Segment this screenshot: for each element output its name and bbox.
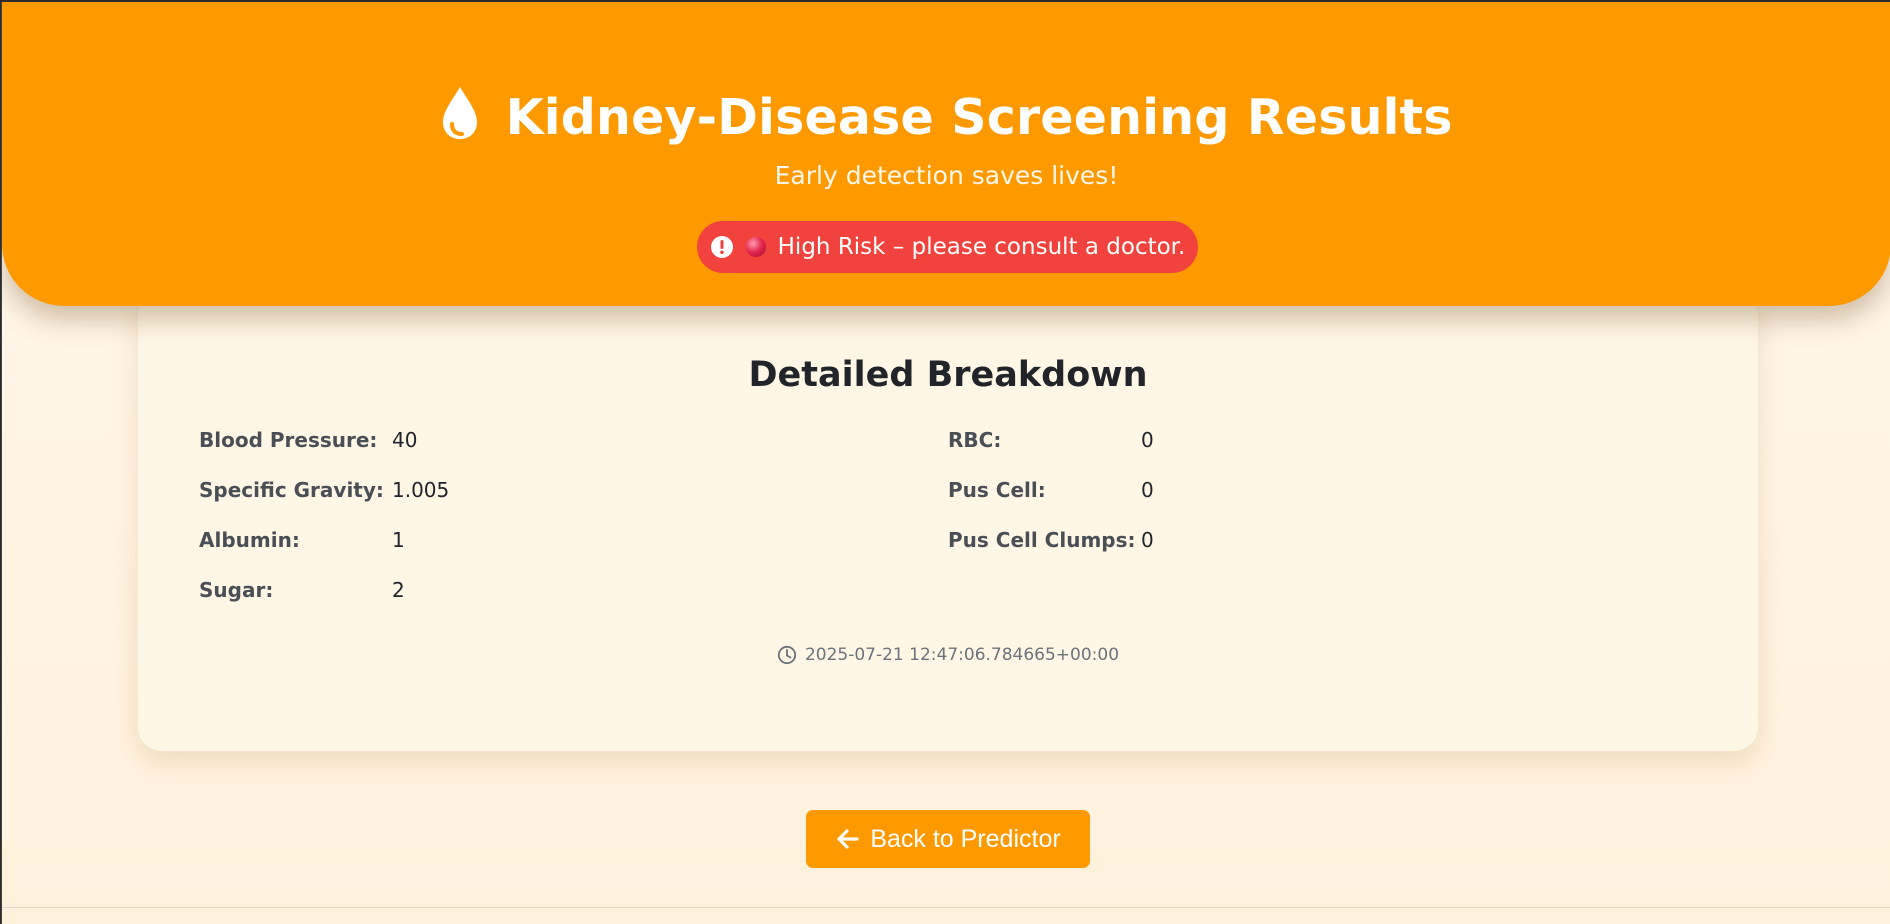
metric-label: Pus Cell:: [948, 478, 1046, 502]
timestamp-value: 2025-07-21 12:47:06.784665+00:00: [804, 645, 1120, 665]
page-bottom-divider: [2, 907, 1890, 908]
detailed-breakdown-card: Detailed Breakdown Blood Pressure: 40 Sp…: [138, 291, 1758, 751]
breakdown-heading: Detailed Breakdown: [748, 355, 1148, 395]
result-timestamp: 2025-07-21 12:47:06.784665+00:00: [138, 645, 1758, 665]
metric-value: 2: [392, 578, 405, 602]
results-page: Kidney-Disease Screening Results Early d…: [1, 2, 1890, 924]
metric-value: 0: [1141, 528, 1154, 552]
metric-value: 0: [1141, 428, 1154, 452]
metric-value: 1.005: [392, 478, 450, 502]
arrow-left-icon: [837, 829, 859, 849]
metric-label: Pus Cell Clumps:: [948, 528, 1136, 552]
water-drop-icon: [443, 87, 478, 139]
risk-message: High Risk – please consult a doctor.: [777, 234, 1186, 260]
red-risk-indicator-icon: [745, 237, 766, 257]
results-hero-header: Kidney-Disease Screening Results Early d…: [2, 2, 1890, 306]
page-title: Kidney-Disease Screening Results: [2, 86, 1890, 150]
metric-label: Albumin:: [199, 528, 300, 552]
page-subtitle: Early detection saves lives!: [774, 161, 1119, 190]
metric-value: 0: [1141, 478, 1154, 502]
exclamation-circle-icon: [710, 236, 733, 258]
page-title-text: Kidney-Disease Screening Results: [505, 89, 1453, 146]
back-to-predictor-button[interactable]: Back to Predictor: [806, 810, 1090, 868]
back-button-label: Back to Predictor: [870, 824, 1061, 853]
metric-value: 1: [392, 528, 405, 552]
metric-label: Specific Gravity:: [199, 478, 384, 502]
metric-label: RBC:: [948, 428, 1002, 452]
high-risk-alert: High Risk – please consult a doctor.: [697, 221, 1198, 273]
metric-label: Sugar:: [199, 578, 274, 602]
metric-label: Blood Pressure:: [199, 428, 378, 452]
metric-value: 40: [392, 428, 418, 452]
clock-icon: [777, 645, 797, 665]
